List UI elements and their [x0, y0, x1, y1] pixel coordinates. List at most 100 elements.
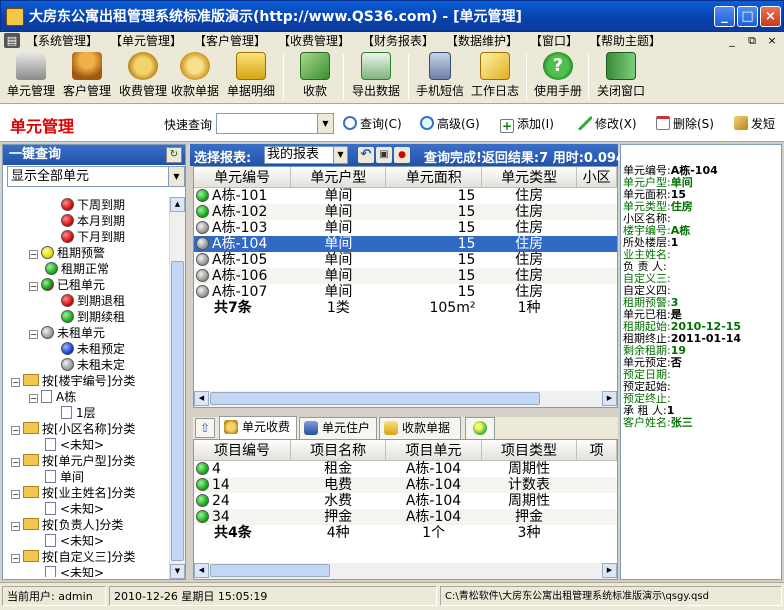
query-button[interactable]: 查询(C) — [343, 115, 402, 132]
menu-data[interactable]: 【数据维护】 — [446, 32, 518, 50]
tree-node[interactable]: − 未租单元 — [29, 325, 105, 341]
menu-fees[interactable]: 【收费管理】 — [278, 32, 350, 50]
quick-search-input[interactable]: ▼ — [216, 113, 334, 134]
menu-finance[interactable]: 【财务报表】 — [362, 32, 434, 50]
tree-node[interactable]: 租期正常 — [45, 261, 109, 277]
menu-unit[interactable]: 【单元管理】 — [110, 32, 182, 50]
fees-hscrollbar[interactable]: ◀ ▶ — [194, 563, 617, 579]
collapse-icon[interactable]: − — [11, 522, 20, 531]
tab-receipts[interactable]: 收款单据 — [379, 417, 461, 439]
scroll-thumb[interactable] — [210, 564, 330, 577]
collapse-icon[interactable]: − — [29, 394, 38, 403]
tree-node[interactable]: 1层 — [61, 405, 96, 421]
tree-node[interactable]: <未知> — [45, 501, 104, 517]
table-row[interactable]: A栋-102 单间 15 住房 — [194, 204, 617, 220]
collapse-icon[interactable]: − — [29, 282, 38, 291]
table-row[interactable]: A栋-107 单间 15 住房 — [194, 284, 617, 300]
collapse-icon[interactable]: − — [11, 490, 20, 499]
upload-icon[interactable]: ⇧ — [195, 418, 215, 438]
col-unit-type[interactable]: 单元户型 — [290, 167, 387, 188]
customer-manage-button[interactable]: 客户管理 — [59, 52, 115, 102]
color-palette-icon[interactable]: ● — [394, 147, 410, 163]
collapse-icon[interactable]: − — [29, 330, 38, 339]
minimize-button[interactable]: _ — [714, 6, 735, 27]
tree-node[interactable]: − 按[负责人]分类 — [11, 517, 123, 533]
tree-node[interactable]: − 租期预警 — [29, 245, 105, 261]
unit-filter-select[interactable]: 显示全部单元 ▼ — [7, 166, 185, 187]
advanced-button[interactable]: 高级(G) — [420, 115, 480, 132]
col-unit-area[interactable]: 单元面积 — [385, 167, 482, 188]
col-item-id[interactable]: 项目编号 — [194, 440, 292, 461]
export-data-button[interactable]: 导出数据 — [348, 52, 404, 102]
send-sms-button[interactable]: 发短 — [734, 115, 775, 132]
window-title-bar[interactable]: 大房东公寓出租管理系统标准版演示(http://www.QS36.com) - … — [0, 0, 784, 32]
close-window-button[interactable]: 关闭窗口 — [593, 52, 649, 102]
work-log-button[interactable]: 工作日志 — [467, 52, 523, 102]
tab-extra[interactable] — [465, 417, 495, 439]
col-item-type[interactable]: 项目类型 — [481, 440, 578, 461]
mdi-minimize-button[interactable]: _ — [724, 33, 740, 48]
table-row[interactable]: 34 押金 A栋-104 押金 — [194, 509, 617, 525]
col-item-unit[interactable]: 项目单元 — [385, 440, 482, 461]
delete-button[interactable]: 删除(S) — [656, 115, 714, 132]
scroll-left-icon[interactable]: ◀ — [194, 391, 209, 406]
scroll-thumb[interactable] — [210, 392, 540, 405]
tree-node[interactable]: 未租预定 — [61, 341, 125, 357]
tree-node[interactable]: − A栋 — [29, 389, 76, 405]
chevron-down-icon[interactable]: ▼ — [168, 167, 184, 186]
report-select[interactable]: 我的报表 ▼ — [264, 146, 348, 164]
table-row[interactable]: A栋-103 单间 15 住房 — [194, 220, 617, 236]
scroll-up-icon[interactable]: ▲ — [170, 197, 185, 212]
tree-node[interactable]: <未知> — [45, 565, 104, 577]
sms-button[interactable]: 手机短信 — [412, 52, 468, 102]
collapse-icon[interactable]: − — [11, 426, 20, 435]
chevron-down-icon[interactable]: ▼ — [333, 147, 347, 163]
scroll-thumb[interactable] — [171, 261, 184, 561]
receipt-button[interactable]: 收款单据 — [167, 52, 223, 102]
close-button[interactable]: × — [760, 6, 781, 27]
table-row[interactable]: 24 水费 A栋-104 周期性 — [194, 493, 617, 509]
menu-customer[interactable]: 【客户管理】 — [194, 32, 266, 50]
tree-node[interactable]: − 按[单元户型]分类 — [11, 453, 135, 469]
receipt-detail-button[interactable]: 单据明细 — [223, 52, 279, 102]
edit-button[interactable]: 修改(X) — [578, 115, 637, 132]
col-item-name[interactable]: 项目名称 — [290, 440, 387, 461]
menu-system[interactable]: 【系统管理】 — [26, 32, 98, 50]
units-hscrollbar[interactable]: ◀ ▶ — [194, 391, 617, 407]
tree-node[interactable]: 下周到期 — [61, 197, 125, 213]
col-unit-id[interactable]: 单元编号 — [194, 167, 292, 188]
refresh-icon[interactable]: ↻ — [166, 147, 182, 163]
tree-node[interactable]: − 按[小区名称]分类 — [11, 421, 135, 437]
tree-scrollbar[interactable]: ▲ ▼ — [169, 197, 185, 579]
tree-node[interactable]: 单间 — [45, 469, 84, 485]
tree-node[interactable]: 到期退租 — [61, 293, 125, 309]
tree-node[interactable]: 本月到期 — [61, 213, 125, 229]
tree-node[interactable]: − 按[业主姓名]分类 — [11, 485, 135, 501]
collapse-icon[interactable]: − — [29, 250, 38, 259]
tree-node[interactable]: − 已租单元 — [29, 277, 105, 293]
table-row[interactable]: A栋-105 单间 15 住房 — [194, 252, 617, 268]
tab-unit-tenants[interactable]: 单元住户 — [299, 417, 377, 439]
scroll-right-icon[interactable]: ▶ — [602, 563, 617, 578]
table-row[interactable]: 4 租金 A栋-104 周期性 — [194, 461, 617, 477]
collapse-icon[interactable]: − — [11, 458, 20, 467]
collapse-icon[interactable]: − — [11, 554, 20, 563]
tree-node[interactable]: 到期续租 — [61, 309, 125, 325]
collect-button[interactable]: 收款 — [287, 52, 343, 102]
scroll-left-icon[interactable]: ◀ — [194, 563, 209, 578]
tree-node[interactable]: 下月到期 — [61, 229, 125, 245]
maximize-button[interactable]: □ — [737, 6, 758, 27]
table-row[interactable]: 14 电费 A栋-104 计数表 — [194, 477, 617, 493]
tree-node[interactable]: <未知> — [45, 533, 104, 549]
user-manual-button[interactable]: ? 使用手册 — [530, 52, 586, 102]
mdi-restore-button[interactable]: ⧉ — [744, 33, 760, 48]
mdi-close-button[interactable]: × — [764, 33, 780, 48]
add-button[interactable]: + 添加(I) — [500, 115, 554, 133]
col-item-more[interactable]: 项 — [576, 440, 617, 461]
menu-window[interactable]: 【窗口】 — [530, 32, 578, 50]
scroll-down-icon[interactable]: ▼ — [170, 564, 185, 579]
tree-node[interactable]: − 按[楼宇编号]分类 — [11, 373, 135, 389]
table-row[interactable]: A栋-101 单间 15 住房 — [194, 188, 617, 204]
tree-node[interactable]: − 按[自定义三]分类 — [11, 549, 135, 565]
tab-unit-fees[interactable]: 单元收费 — [219, 416, 297, 439]
